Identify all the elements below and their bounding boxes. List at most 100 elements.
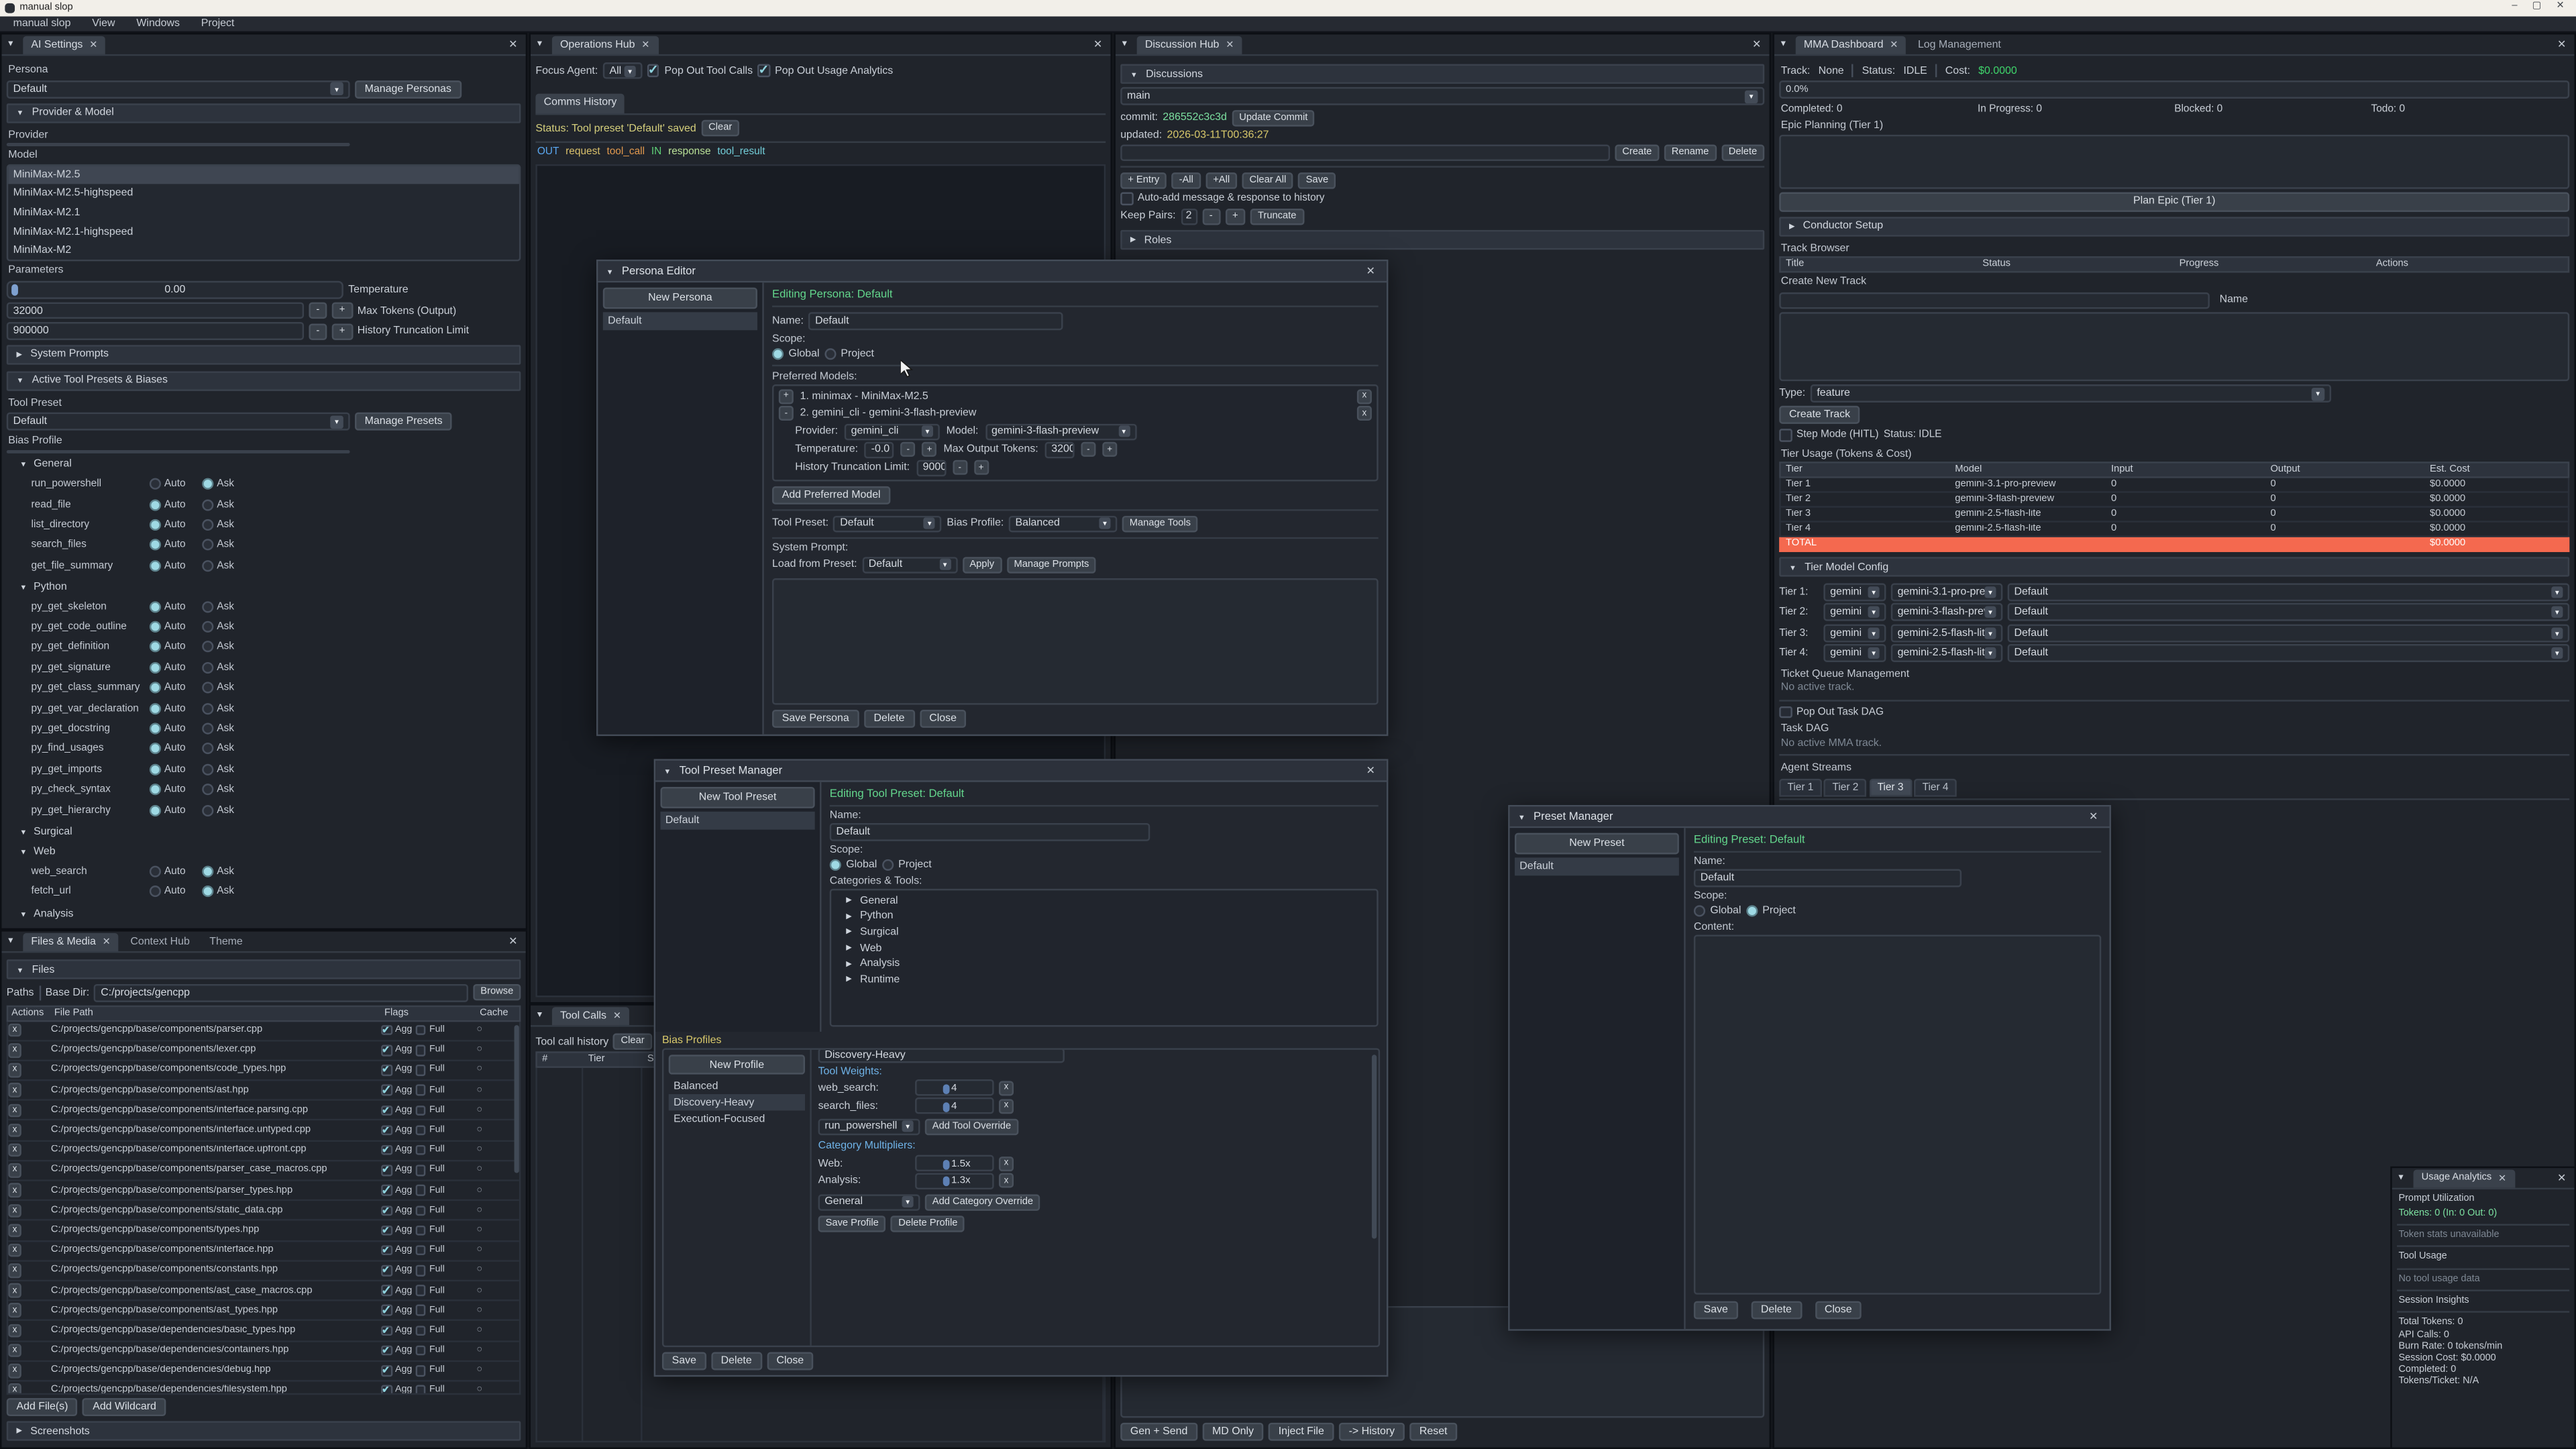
add-wildcard-button[interactable]: Add Wildcard	[83, 1398, 166, 1416]
category-override-select[interactable]: General ▼	[818, 1194, 920, 1210]
agg-checkbox[interactable]: ✓	[381, 1165, 392, 1176]
entry-action-button[interactable]: Clear All	[1242, 172, 1294, 189]
auto-radio[interactable]	[150, 784, 161, 795]
pe-bias-profile-select[interactable]: Balanced ▼	[1009, 515, 1118, 531]
tab-close-icon[interactable]: ✕	[641, 39, 649, 50]
dialog-close-icon[interactable]: ✕	[2089, 810, 2101, 823]
remove-file-button[interactable]: x	[8, 1364, 21, 1378]
tier-model-config-section[interactable]: ▼ Tier Model Config	[1779, 557, 2569, 576]
active-presets-section[interactable]: ▼ Active Tool Presets & Biases	[7, 371, 521, 390]
bias-profile-select[interactable]: Balanced ▼	[7, 450, 350, 453]
minus-button[interactable]: -	[1202, 208, 1220, 224]
bias-profile-item[interactable]: Discovery-Heavy	[669, 1094, 805, 1110]
agg-checkbox[interactable]: ✓	[381, 1245, 392, 1256]
tier-provider-select[interactable]: gemini ▼	[1823, 644, 1886, 662]
preset-list-item[interactable]: Default	[1515, 857, 1679, 875]
full-checkbox[interactable]: ✓	[415, 1325, 426, 1336]
pm-provider-select[interactable]: gemini_cli ▼	[845, 423, 940, 439]
slider-handle[interactable]	[943, 1177, 950, 1187]
new-preset-button[interactable]: New Preset	[1515, 833, 1679, 855]
auto-radio[interactable]	[150, 661, 161, 673]
keep-pairs-input[interactable]: 2	[1181, 208, 1197, 225]
entry-action-button[interactable]: + Entry	[1120, 172, 1167, 189]
plus-button[interactable]: +	[1102, 442, 1117, 457]
dialog-close-icon[interactable]: ✕	[1366, 264, 1378, 278]
tool-group-web[interactable]: ▼ Web	[19, 845, 521, 859]
agg-checkbox[interactable]: ✓	[381, 1225, 392, 1236]
files-section[interactable]: ▼ Files	[7, 959, 521, 979]
auto-radio[interactable]	[150, 478, 161, 490]
delete-profile-button[interactable]: Delete Profile	[891, 1216, 965, 1232]
manage-prompts-button[interactable]: Manage Prompts	[1006, 556, 1096, 572]
composer-action-button[interactable]: Reset	[1409, 1423, 1457, 1441]
persona-editor-titlebar[interactable]: ▼ Persona Editor ✕	[598, 261, 1387, 282]
tool-preset-manager-titlebar[interactable]: ▼ Tool Preset Manager ✕	[655, 761, 1387, 782]
ask-radio[interactable]	[202, 600, 213, 612]
discussion-name-input[interactable]	[1120, 144, 1610, 161]
tier-preset-select[interactable]: Default ▼	[2008, 603, 2570, 621]
menu-item[interactable]: Project	[201, 17, 235, 29]
panel-close-icon[interactable]: ✕	[2557, 38, 2569, 51]
ask-radio[interactable]	[202, 682, 213, 694]
ask-radio[interactable]	[202, 865, 213, 877]
full-checkbox[interactable]: ✓	[415, 1105, 426, 1116]
remove-file-button[interactable]: x	[8, 1324, 21, 1338]
maximize-icon[interactable]: ▢	[2532, 0, 2542, 15]
minus-button[interactable]: -	[309, 323, 327, 339]
dock-menu-icon[interactable]: ▼	[1779, 40, 1787, 50]
ask-radio[interactable]	[202, 641, 213, 653]
tab-context-hub[interactable]: Context Hub	[122, 932, 198, 951]
ask-radio[interactable]	[202, 621, 213, 633]
tab-close-icon[interactable]: ✕	[1890, 39, 1898, 50]
remove-file-button[interactable]: x	[8, 1104, 21, 1118]
tab-comms-history[interactable]: Comms History	[535, 94, 625, 113]
rename-discussion-button[interactable]: Rename	[1664, 144, 1717, 160]
menu-item[interactable]: manual slop	[13, 17, 71, 29]
tab-operations-hub[interactable]: Operations Hub✕	[552, 36, 658, 54]
composer-action-button[interactable]: Inject File	[1269, 1423, 1334, 1441]
remove-file-button[interactable]: x	[8, 1384, 21, 1395]
full-checkbox[interactable]: ✓	[415, 1145, 426, 1156]
model-option[interactable]: MiniMax-M2.1	[8, 203, 519, 222]
stream-tier-tab[interactable]: Tier 1	[1779, 778, 1821, 796]
weight-slider[interactable]: 4	[915, 1097, 994, 1114]
remove-model-button[interactable]: x	[1357, 406, 1372, 421]
agg-checkbox[interactable]: ✓	[381, 1045, 392, 1056]
tool-group-python[interactable]: ▼ Python	[19, 580, 521, 594]
create-track-button[interactable]: Create Track	[1779, 406, 1860, 424]
scope-global-radio[interactable]	[830, 859, 841, 870]
agg-checkbox[interactable]: ✓	[381, 1265, 392, 1276]
pm-history-input[interactable]: 900000	[916, 460, 946, 476]
ask-radio[interactable]	[202, 763, 213, 775]
add-tool-override-button[interactable]: Add Tool Override	[925, 1118, 1018, 1134]
auto-radio[interactable]	[150, 539, 161, 551]
new-tool-preset-button[interactable]: New Tool Preset	[660, 787, 814, 808]
save-profile-button[interactable]: Save Profile	[818, 1216, 886, 1232]
auto-radio[interactable]	[150, 763, 161, 775]
full-checkbox[interactable]: ✓	[415, 1225, 426, 1236]
persona-select[interactable]: Default ▼	[7, 80, 350, 98]
update-commit-button[interactable]: Update Commit	[1232, 109, 1315, 125]
composer-action-button[interactable]: -> History	[1339, 1423, 1405, 1441]
tool-group-surgical[interactable]: ▼ Surgical	[19, 824, 521, 839]
step-mode-checkbox[interactable]: ✓	[1779, 429, 1791, 441]
ask-radio[interactable]	[202, 559, 213, 571]
tool-preset-name-input[interactable]: Default	[830, 823, 1150, 841]
pop-out-tool-calls-checkbox[interactable]: ✓	[647, 64, 659, 76]
tool-override-select[interactable]: run_powershell ▼	[818, 1118, 920, 1134]
pop-out-task-dag-checkbox[interactable]: ✓	[1779, 706, 1791, 718]
full-checkbox[interactable]: ✓	[415, 1165, 426, 1176]
focus-agent-select[interactable]: All ▼	[603, 62, 643, 78]
category-node[interactable]: ▶ Runtime	[835, 971, 1373, 987]
remove-multiplier-button[interactable]: x	[999, 1174, 1014, 1189]
plus-button[interactable]: +	[1225, 208, 1246, 224]
full-checkbox[interactable]: ✓	[415, 1085, 426, 1095]
tier-preset-select[interactable]: Default ▼	[2008, 644, 2570, 662]
bias-profile-item[interactable]: Balanced	[669, 1078, 805, 1094]
track-name-input[interactable]	[1779, 292, 2210, 309]
agg-checkbox[interactable]: ✓	[381, 1085, 392, 1095]
tier-model-select[interactable]: gemini-2.5-flash-lite ▼	[1891, 623, 2003, 641]
manage-presets-button[interactable]: Manage Presets	[355, 413, 452, 431]
tool-group-general[interactable]: ▼ General	[19, 458, 521, 472]
screenshots-section[interactable]: ▶ Screenshots	[7, 1421, 521, 1440]
